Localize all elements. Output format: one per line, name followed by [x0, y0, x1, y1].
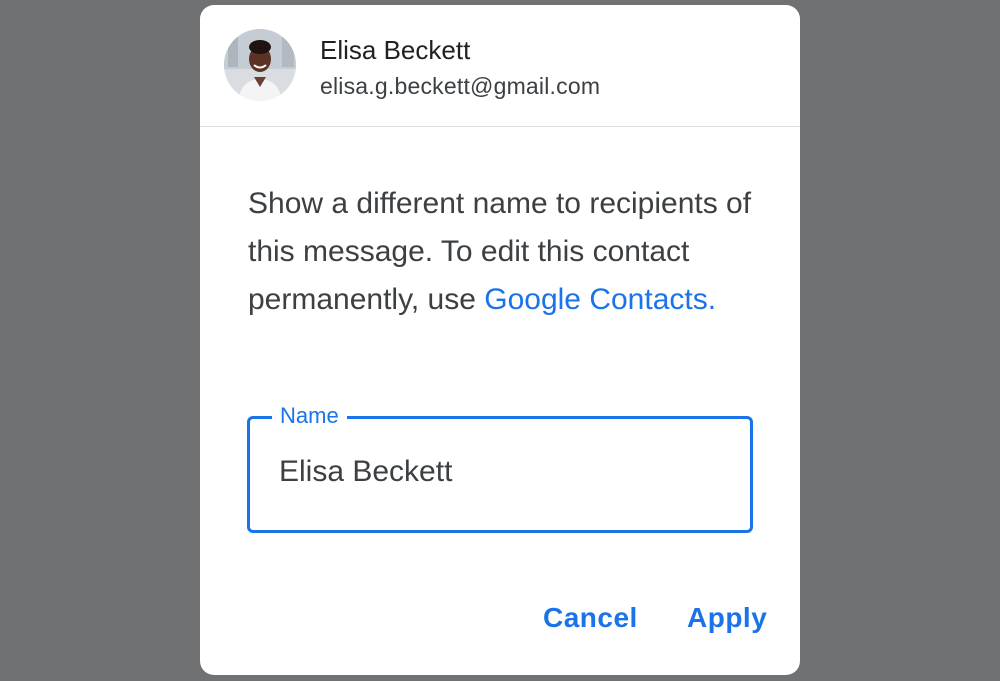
avatar — [224, 29, 296, 101]
name-field[interactable]: Name — [247, 402, 753, 533]
apply-button[interactable]: Apply — [687, 602, 767, 634]
account-header: Elisa Beckett elisa.g.beckett@gmail.com — [200, 5, 800, 127]
profile-photo-icon — [224, 29, 296, 101]
name-field-label: Name — [272, 402, 347, 430]
google-contacts-link[interactable]: Google Contacts. — [484, 283, 716, 316]
edit-name-dialog: Elisa Beckett elisa.g.beckett@gmail.com … — [200, 5, 800, 675]
cancel-button[interactable]: Cancel — [543, 602, 638, 634]
account-email: elisa.g.beckett@gmail.com — [320, 73, 601, 99]
account-name: Elisa Beckett — [320, 35, 471, 65]
name-input[interactable] — [279, 452, 719, 492]
dialog-description: Show a different name to recipients of t… — [248, 180, 768, 324]
